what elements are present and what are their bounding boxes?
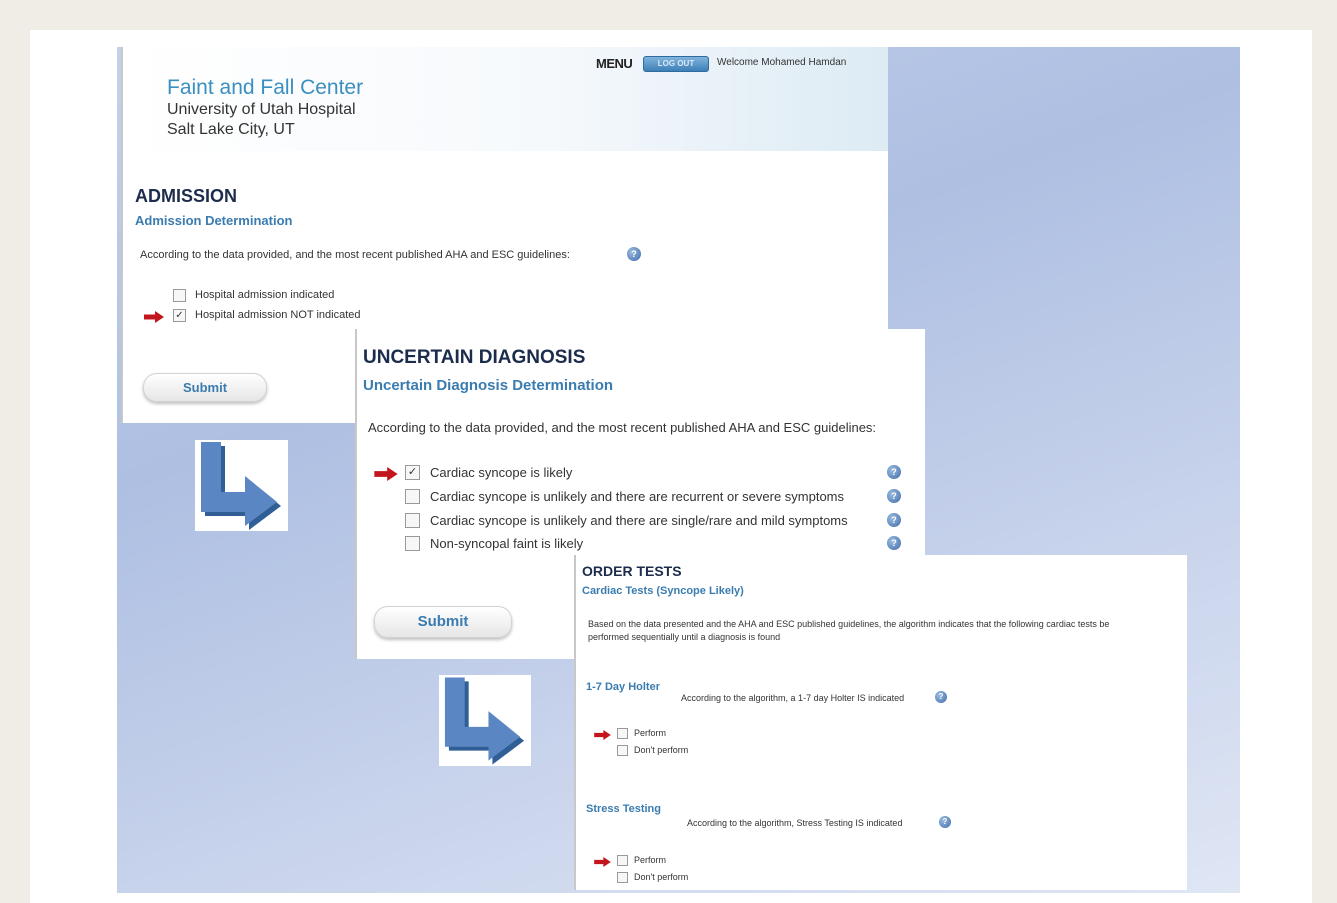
red-arrow-icon	[594, 730, 611, 740]
admission-submit-button[interactable]: Submit	[143, 373, 267, 402]
question-mark-circle-icon[interactable]: ?	[935, 691, 947, 703]
uncertain-submit-button[interactable]: Submit	[374, 606, 512, 638]
cardiac-unlikely-mild-label: Cardiac syncope is unlikely and there ar…	[430, 513, 848, 528]
curved-down-right-arrow-icon	[439, 675, 531, 766]
stress-dont-perform-label: Don't perform	[634, 872, 689, 882]
cardiac-unlikely-severe-checkbox[interactable]	[405, 489, 420, 504]
cardiac-unlikely-mild-checkbox[interactable]	[405, 513, 420, 528]
order-tests-subtitle: Cardiac Tests (Syncope Likely)	[582, 585, 744, 597]
cardiac-likely-checkbox[interactable]: ✓	[405, 465, 420, 480]
question-mark-circle-icon[interactable]: ?	[627, 247, 641, 261]
holter-perform-label: Perform	[634, 728, 667, 738]
admission-title: ADMISSION	[135, 186, 238, 206]
order-tests-panel: ORDER TESTS Cardiac Tests (Syncope Likel…	[574, 555, 1187, 890]
menu-link[interactable]: MENU	[596, 56, 633, 71]
red-arrow-icon	[594, 857, 611, 867]
admission-indicated-checkbox[interactable]	[173, 289, 186, 302]
order-tests-intro-line1: Based on the data presented and the AHA …	[588, 619, 1110, 629]
non-syncopal-label: Non-syncopal faint is likely	[430, 536, 584, 551]
question-mark-circle-icon[interactable]: ?	[887, 536, 901, 550]
stress-dont-perform-checkbox[interactable]	[617, 872, 628, 883]
order-tests-title: ORDER TESTS	[582, 563, 682, 579]
curved-down-right-arrow-icon	[195, 440, 288, 531]
admission-indicated-label: Hospital admission indicated	[195, 289, 335, 301]
stress-test-name: Stress Testing	[586, 803, 661, 815]
non-syncopal-checkbox[interactable]	[405, 536, 420, 551]
holter-test-note: According to the algorithm, a 1-7 day Ho…	[681, 693, 905, 703]
site-header: Faint and Fall Center University of Utah…	[123, 47, 888, 151]
question-mark-circle-icon[interactable]: ?	[939, 816, 951, 828]
stress-perform-label: Perform	[634, 855, 667, 865]
uncertain-intro: According to the data provided, and the …	[368, 420, 877, 435]
holter-test-name: 1-7 Day Holter	[586, 681, 660, 693]
stress-test-note: According to the algorithm, Stress Testi…	[687, 818, 903, 828]
red-arrow-icon	[374, 467, 398, 481]
cardiac-unlikely-severe-label: Cardiac syncope is unlikely and there ar…	[430, 489, 845, 504]
admission-subtitle: Admission Determination	[135, 213, 293, 228]
welcome-text: Welcome Mohamed Hamdan	[717, 57, 847, 68]
hospital-name: University of Utah Hospital	[167, 101, 356, 118]
red-arrow-icon	[144, 311, 164, 323]
question-mark-circle-icon[interactable]: ?	[887, 513, 901, 527]
cardiac-likely-label: Cardiac syncope is likely	[430, 465, 573, 480]
holter-dont-perform-checkbox[interactable]	[617, 745, 628, 756]
uncertain-title: UNCERTAIN DIAGNOSIS	[363, 347, 586, 368]
center-name: Faint and Fall Center	[167, 76, 364, 99]
question-mark-circle-icon[interactable]: ?	[887, 489, 901, 503]
question-mark-circle-icon[interactable]: ?	[887, 465, 901, 479]
order-tests-intro-line2: performed sequentially until a diagnosis…	[588, 632, 781, 642]
admission-intro: According to the data provided, and the …	[140, 249, 570, 261]
uncertain-subtitle: Uncertain Diagnosis Determination	[363, 377, 614, 394]
holter-perform-checkbox[interactable]	[617, 728, 628, 739]
holter-dont-perform-label: Don't perform	[634, 745, 689, 755]
logout-button[interactable]: LOG OUT	[643, 56, 709, 72]
admission-not-indicated-label: Hospital admission NOT indicated	[195, 309, 361, 321]
admission-not-indicated-checkbox[interactable]: ✓	[173, 309, 186, 322]
hospital-city: Salt Lake City, UT	[167, 121, 295, 138]
stress-perform-checkbox[interactable]	[617, 855, 628, 866]
